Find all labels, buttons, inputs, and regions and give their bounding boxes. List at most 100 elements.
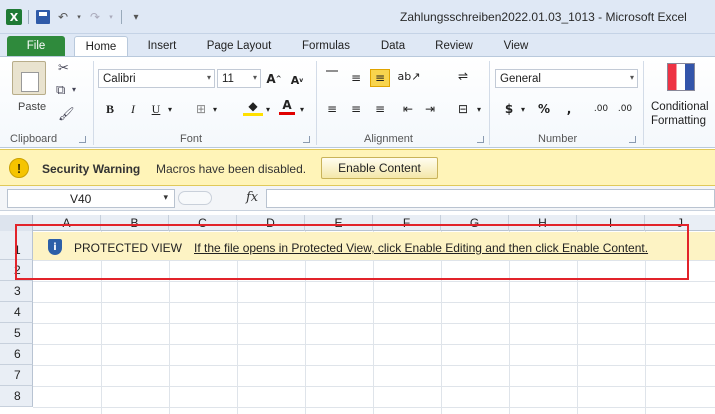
- font-name-select[interactable]: Calibri ▾: [98, 69, 215, 88]
- tab-page-layout[interactable]: Page Layout: [200, 36, 278, 56]
- align-bottom-icon[interactable]: ≡: [370, 69, 390, 87]
- orientation-icon[interactable]: ab↗: [398, 67, 421, 85]
- chevron-down-icon: ▾: [629, 73, 634, 82]
- underline-dropdown-icon[interactable]: ▾: [165, 100, 175, 118]
- increase-indent-icon[interactable]: ⇥: [420, 100, 440, 118]
- alignment-launcher-icon[interactable]: [477, 136, 484, 143]
- shrink-font-button[interactable]: Av: [289, 71, 305, 89]
- comma-style-button[interactable]: ,: [563, 100, 575, 118]
- chevron-down-icon[interactable]: ▾: [163, 193, 168, 203]
- group-separator: [93, 61, 94, 145]
- undo-icon[interactable]: ↶: [55, 9, 71, 25]
- save-icon: [36, 10, 50, 24]
- group-label-alignment: Alignment: [364, 133, 413, 145]
- formula-bar-resize-handle[interactable]: [178, 191, 212, 205]
- number-format-value: General: [500, 72, 541, 85]
- tab-review[interactable]: Review: [430, 36, 478, 56]
- row-header-3[interactable]: 3: [0, 281, 33, 302]
- row-header-5[interactable]: 5: [0, 323, 33, 344]
- tab-file[interactable]: File: [7, 36, 65, 56]
- row-header-4[interactable]: 4: [0, 302, 33, 323]
- currency-dropdown-icon[interactable]: ▾: [518, 100, 528, 118]
- tab-data[interactable]: Data: [374, 36, 412, 56]
- ribbon-home: Paste ✂ ⧉ ▾ 🖌 Clipboard Calibri ▾ 11 ▾ A…: [0, 56, 715, 148]
- paste-button[interactable]: Paste: [18, 101, 46, 113]
- row-header-7[interactable]: 7: [0, 365, 33, 386]
- font-color-icon[interactable]: A: [279, 97, 295, 115]
- font-color-dropdown-icon[interactable]: ▾: [297, 100, 307, 118]
- name-box[interactable]: V40 ▾: [7, 189, 175, 208]
- cut-icon[interactable]: ✂: [58, 61, 69, 76]
- align-right-icon[interactable]: ≡: [370, 100, 390, 118]
- customize-qat-icon[interactable]: ▾: [128, 9, 144, 25]
- enable-content-button[interactable]: Enable Content: [321, 157, 438, 179]
- clipboard-launcher-icon[interactable]: [79, 136, 86, 143]
- formula-input[interactable]: [266, 189, 715, 208]
- borders-dropdown-icon[interactable]: ▾: [210, 100, 220, 118]
- copy-icon[interactable]: ⧉: [56, 83, 65, 98]
- fill-color-icon[interactable]: ◆: [243, 98, 263, 116]
- font-size-value: 11: [222, 72, 234, 85]
- currency-button[interactable]: $: [502, 100, 516, 118]
- fill-color-dropdown-icon[interactable]: ▾: [263, 100, 273, 118]
- formula-bar: V40 ▾ fx: [0, 186, 715, 211]
- qat-separator: [28, 10, 29, 24]
- bold-button[interactable]: B: [101, 100, 119, 118]
- tab-formulas[interactable]: Formulas: [297, 36, 355, 56]
- align-center-icon[interactable]: ≡: [346, 100, 366, 118]
- conditional-formatting-icon[interactable]: [667, 63, 695, 91]
- grow-font-button[interactable]: A ^: [265, 70, 283, 88]
- security-warning-message: Macros have been disabled.: [156, 162, 307, 176]
- group-label-clipboard: Clipboard: [10, 133, 58, 145]
- increase-decimal-button[interactable]: .00: [590, 100, 612, 118]
- format-painter-icon[interactable]: 🖌: [58, 107, 75, 122]
- name-box-value: V40: [70, 192, 92, 206]
- number-launcher-icon[interactable]: [629, 136, 636, 143]
- decrease-decimal-button[interactable]: .00: [614, 100, 636, 118]
- row-header-6[interactable]: 6: [0, 344, 33, 365]
- increase-decimal-label: .00: [593, 104, 609, 114]
- decrease-decimal-label: .00: [617, 104, 633, 114]
- quick-access-toolbar: X ↶ ▾ ↷ ▾ ▾: [6, 8, 144, 26]
- align-middle-icon[interactable]: ≡: [346, 69, 366, 87]
- ribbon-tabs: File Home Insert Page Layout Formulas Da…: [0, 34, 715, 56]
- underline-button[interactable]: U: [147, 100, 165, 118]
- group-separator: [643, 61, 644, 145]
- borders-icon[interactable]: ⊞: [192, 100, 210, 118]
- percent-button[interactable]: %: [535, 100, 553, 118]
- row-header-8[interactable]: 8: [0, 386, 33, 407]
- redo-dropdown-icon[interactable]: ▾: [107, 9, 115, 25]
- number-format-select[interactable]: General ▾: [495, 69, 638, 88]
- align-top-icon[interactable]: ⎺: [322, 67, 342, 85]
- gridline: [33, 407, 715, 408]
- decrease-indent-icon[interactable]: ⇤: [398, 100, 418, 118]
- tab-view[interactable]: View: [497, 36, 535, 56]
- align-left-icon[interactable]: ≡: [322, 100, 342, 118]
- merge-center-icon[interactable]: ⊟: [452, 100, 474, 118]
- redo-icon[interactable]: ↷: [87, 9, 103, 25]
- font-size-select[interactable]: 11 ▾: [217, 69, 261, 88]
- conditional-formatting-button-line2[interactable]: Formatting: [651, 115, 706, 127]
- window-title: Zahlungsschreiben2022.01.03_1013 - Micro…: [400, 10, 687, 24]
- font-launcher-icon[interactable]: [303, 136, 310, 143]
- security-warning-bar: ! Security Warning Macros have been disa…: [0, 149, 715, 186]
- save-button[interactable]: [35, 9, 51, 25]
- gridline: [33, 302, 715, 303]
- paste-icon[interactable]: [12, 61, 46, 95]
- copy-dropdown-icon[interactable]: ▾: [72, 85, 76, 94]
- warning-icon: !: [9, 158, 29, 178]
- wrap-text-icon[interactable]: ⇌: [452, 67, 474, 85]
- tab-home[interactable]: Home: [74, 36, 128, 56]
- chevron-down-icon: ▾: [252, 73, 257, 82]
- gridline: [33, 386, 715, 387]
- chevron-down-icon: ▾: [206, 73, 211, 82]
- security-warning-title: Security Warning: [42, 162, 141, 176]
- excel-logo-icon[interactable]: X: [6, 9, 22, 25]
- merge-dropdown-icon[interactable]: ▾: [474, 100, 484, 118]
- insert-function-icon[interactable]: fx: [246, 190, 258, 205]
- undo-dropdown-icon[interactable]: ▾: [75, 9, 83, 25]
- tab-insert[interactable]: Insert: [140, 36, 184, 56]
- font-name-value: Calibri: [103, 72, 136, 85]
- italic-button[interactable]: I: [125, 100, 141, 118]
- conditional-formatting-button[interactable]: Conditional: [651, 101, 709, 113]
